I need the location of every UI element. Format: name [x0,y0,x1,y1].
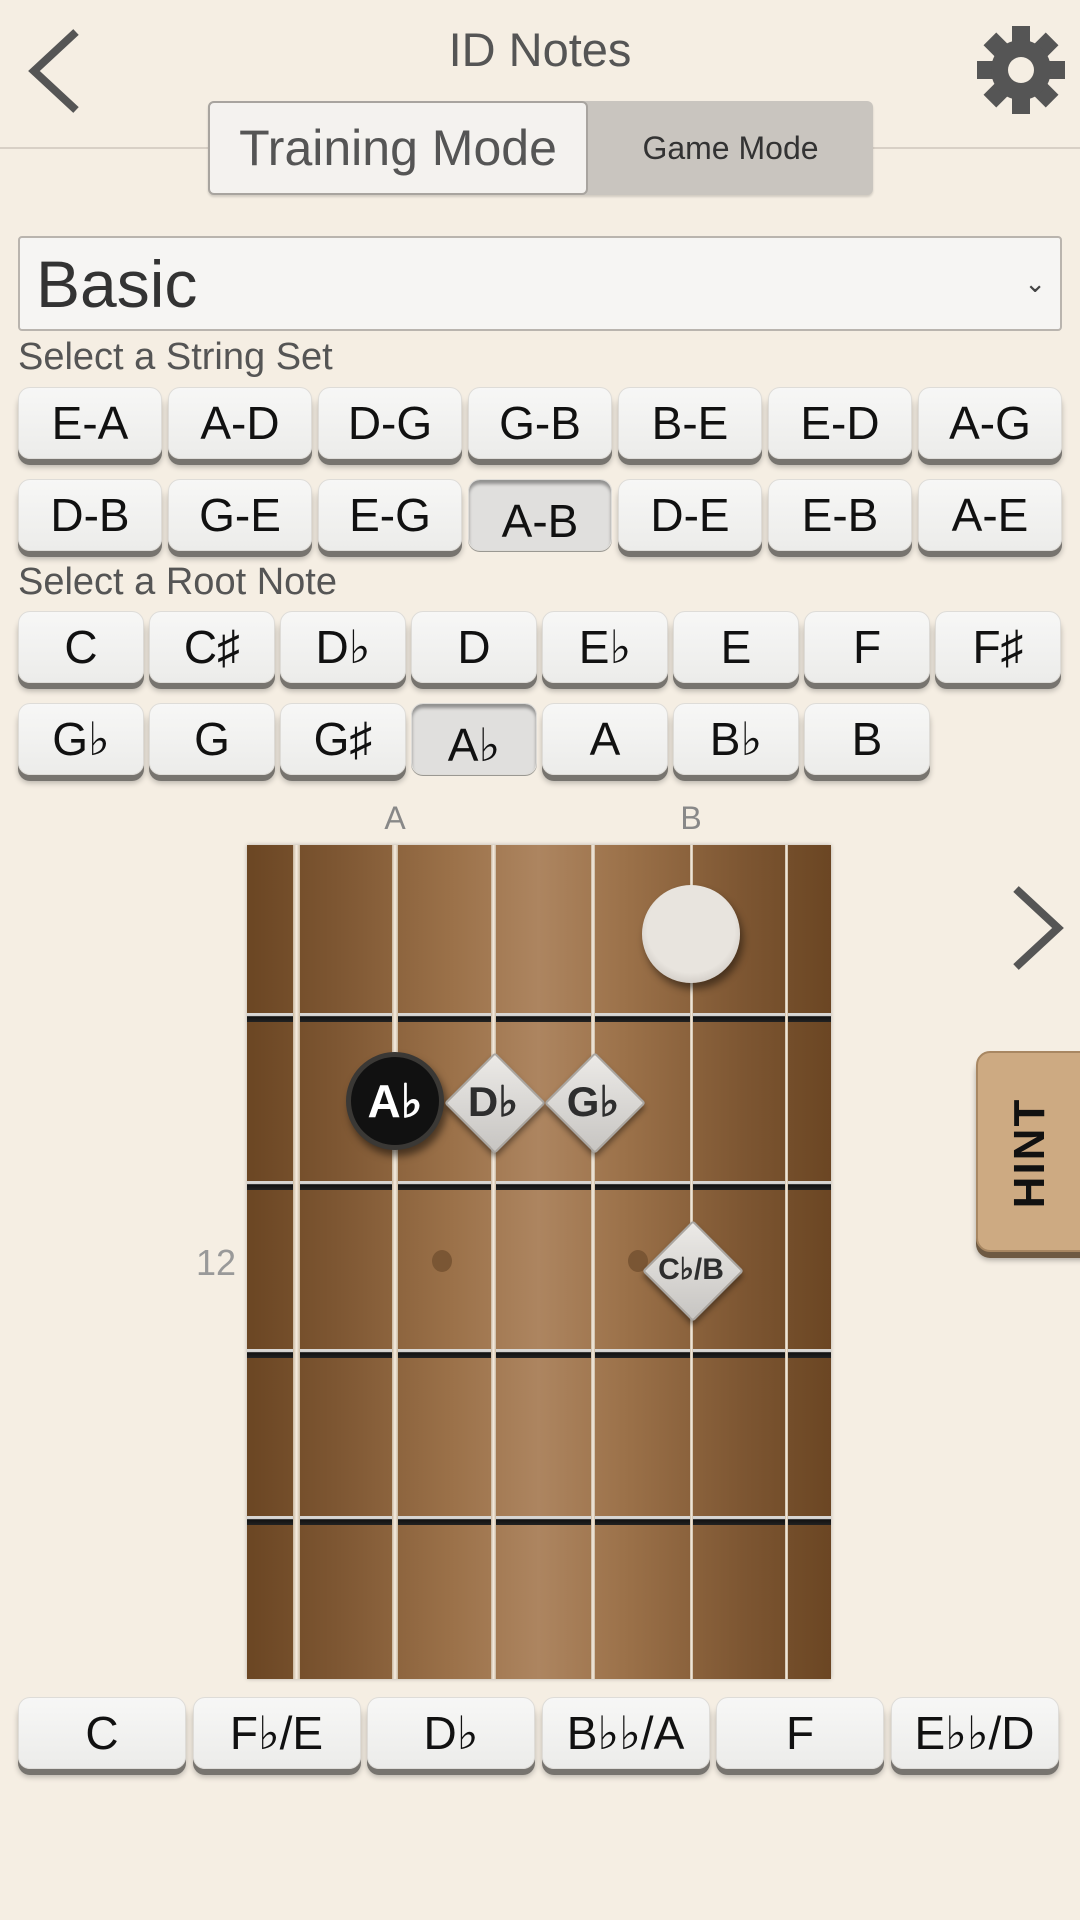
root-note-button[interactable]: E [673,611,799,683]
settings-button[interactable] [975,24,1067,116]
root-note-marker: A♭ [346,1052,444,1150]
answer-button[interactable]: F♭/E [192,1697,361,1769]
string-set-label: Select a String Set [18,336,333,378]
string-set-button[interactable]: A-D [168,387,312,459]
chevron-down-icon: ⌄ [1024,268,1046,298]
interval-note-marker: G♭ [544,1052,646,1154]
target-note-marker[interactable] [642,885,740,983]
string-set-button[interactable]: A-B [468,479,612,551]
string-set-button[interactable]: D-G [318,387,462,459]
next-button[interactable] [1008,885,1068,971]
guitar-string [784,845,788,1679]
string-set-button[interactable]: E-A [18,387,162,459]
fret-number-label: 12 [196,1242,237,1283]
answer-button[interactable]: B♭♭/A [541,1697,710,1769]
guitar-string [392,845,398,1679]
root-note-button[interactable]: C [18,611,144,683]
string-set-button[interactable]: E-G [318,479,462,551]
fret-inlay-dot [432,1250,452,1272]
interval-note-label: C♭/B [658,1252,724,1286]
interval-note-label: G♭ [566,1077,620,1125]
root-note-button[interactable]: C♯ [149,611,275,683]
interval-note-marker: C♭/B [642,1220,744,1322]
answer-button[interactable]: D♭ [367,1697,535,1769]
root-note-button[interactable]: F♯ [935,611,1061,683]
fretboard [247,845,831,1679]
string-set-button[interactable]: G-B [468,387,612,459]
root-note-button[interactable]: A [542,703,668,775]
root-note-button[interactable]: B♭ [673,703,799,775]
fret-wire [247,1181,831,1190]
fret-wire [247,1013,831,1022]
answer-button[interactable]: E♭♭/D [890,1697,1059,1769]
root-note-button[interactable]: G♯ [280,703,406,775]
string-set-button[interactable]: E-D [768,387,912,459]
hint-button[interactable]: HINT [976,1051,1080,1252]
guitar-string [490,845,496,1679]
hint-label: HINT [1005,1097,1054,1209]
interval-note-marker: D♭ [444,1052,546,1154]
root-note-button[interactable]: D [411,611,537,683]
mode-toggle: Training Mode Game Mode [208,101,873,195]
string-set-button[interactable]: D-E [618,479,762,551]
string-set-button[interactable]: G-E [168,479,312,551]
string-set-button[interactable]: B-E [618,387,762,459]
page-title: ID Notes [448,23,632,76]
gear-icon [977,26,1065,114]
training-mode-tab[interactable]: Training Mode [208,101,588,195]
root-note-button[interactable]: G♭ [18,703,144,775]
root-note-button[interactable]: A♭ [411,703,537,775]
string-label: B [680,800,702,836]
guitar-string [292,845,300,1679]
root-note-button[interactable]: E♭ [542,611,668,683]
root-note-button[interactable]: B [804,703,930,775]
fret-wire [247,1349,831,1358]
interval-note-label: D♭ [467,1077,519,1125]
string-set-button[interactable]: E-B [768,479,912,551]
fret-wire [247,1516,831,1525]
level-select-value: Basic [36,247,198,321]
answer-button[interactable]: F [716,1697,884,1769]
root-note-label: Select a Root Note [18,561,337,603]
chevron-right-icon [1013,886,1064,970]
root-note-button[interactable]: G [149,703,275,775]
string-label: A [384,800,406,836]
level-select[interactable]: Basic ⌄ [18,236,1062,331]
root-note-button[interactable]: F [804,611,930,683]
string-set-button[interactable]: D-B [18,479,162,551]
string-set-button[interactable]: A-G [918,387,1062,459]
string-set-button[interactable]: A-E [918,479,1062,551]
guitar-string [591,845,595,1679]
answer-button[interactable]: C [18,1697,186,1769]
root-note-button[interactable]: D♭ [280,611,406,683]
game-mode-tab[interactable]: Game Mode [588,101,873,195]
